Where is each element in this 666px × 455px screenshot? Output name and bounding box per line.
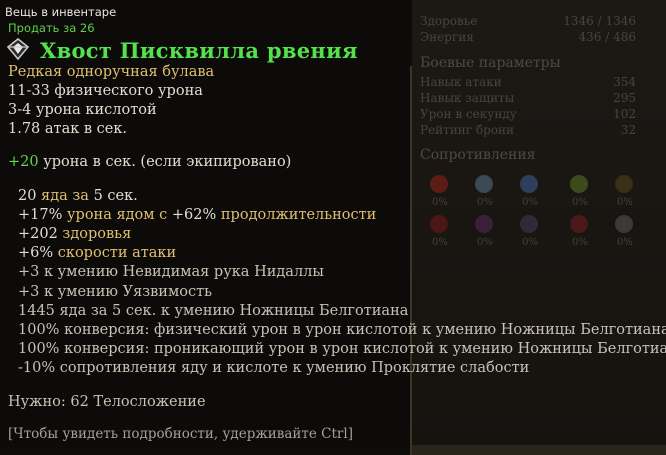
ctrl-hint: [Чтобы увидеть подробности, удерживайте … [8,426,353,442]
chaos-resist-icon [570,215,588,233]
mod-skill-bonus: 1445 яда за 5 сек. к умению Ножницы Белг… [18,303,409,319]
resist-value: 0% [432,237,448,248]
bg-combat-stat: Рейтинг брони 32 [420,123,636,137]
stun-resist-icon [615,215,633,233]
item-name: Хвост Писквилла рвения [40,38,358,63]
base-stat-acid: 3-4 урона кислотой [8,102,157,118]
poison-resist-icon [570,175,588,193]
item-requirement: Нужно: 62 Телосложение [8,394,206,410]
pierce-resist-icon [615,175,633,193]
resist-value: 0% [617,197,633,208]
cold-resist-icon [475,175,493,193]
resist-value: 0% [572,237,588,248]
tooltip-category: Вещь в инвентаре [5,5,117,19]
bg-combat-stat: Навык атаки 354 [420,75,636,89]
bg-stat-health: Здоровье 1346 / 1346 [420,14,636,28]
resist-value: 0% [477,197,493,208]
mod-poison: 20 яда за 5 сек. [18,188,138,204]
mod-skill-bonus: +3 к умению Невидимая рука Нидаллы [18,264,324,280]
resist-value: 0% [432,197,448,208]
aether-resist-icon [520,215,538,233]
bg-combat-stat: Урон в секунду 102 [420,107,636,121]
bg-stat-energy: Энергия 436 / 486 [420,30,636,44]
mod-health: +202 здоровья [18,226,132,242]
sell-price: Продать за 26 [8,21,95,35]
item-tooltip: Вещь в инвентаре Продать за 26 Хвост Пис… [0,0,666,455]
mod-skill-resist: -10% сопротивления яду и кислоте к умени… [18,360,530,376]
lightning-resist-icon [520,175,538,193]
resist-value: 0% [617,237,633,248]
base-stat-attack-speed: 1.78 атак в сек. [8,121,128,137]
item-type: Редкая одноручная булава [8,64,215,80]
dps-change: +20 урона в сек. (если экипировано) [8,154,292,170]
rare-item-icon [6,38,30,60]
resist-value: 0% [522,237,538,248]
mod-attack-speed: +6% скорости атаки [18,245,177,261]
resist-value: 0% [572,197,588,208]
fire-resist-icon [430,175,448,193]
bg-combat-stat: Навык защиты 295 [420,91,636,105]
resist-value: 0% [522,197,538,208]
base-stat-physical: 11-33 физического урона [8,83,203,99]
bg-resist-header: Сопротивления [420,147,536,163]
mod-skill-conversion: 100% конверсия: проникающий урон в урон … [18,341,666,357]
mod-skill-bonus: +3 к умению Уязвимость [18,284,213,300]
resist-value: 0% [477,237,493,248]
mod-skill-conversion: 100% конверсия: физический урон в урон к… [18,322,666,338]
bleed-resist-icon [430,215,448,233]
mod-poison-damage: +17% урона ядом с +62% продолжительности [18,207,377,223]
bg-combat-header: Боевые параметры [420,55,561,71]
vitality-resist-icon [475,215,493,233]
